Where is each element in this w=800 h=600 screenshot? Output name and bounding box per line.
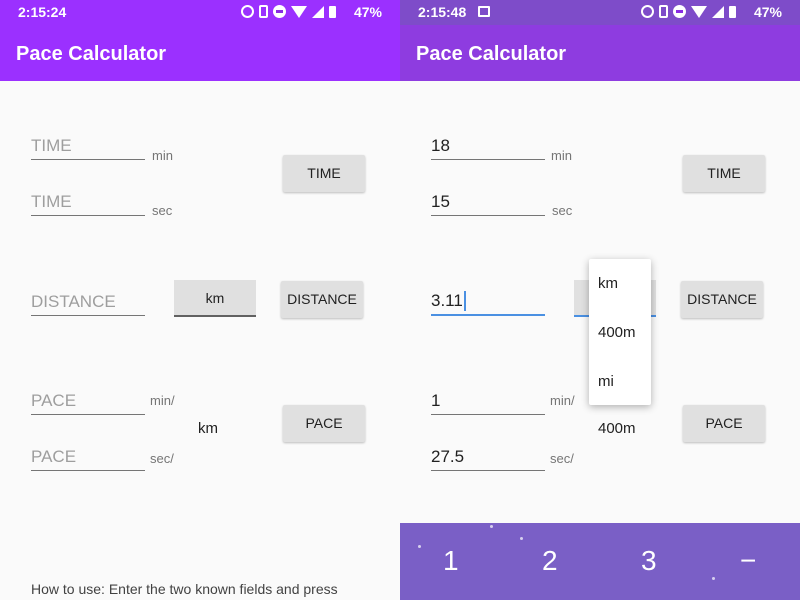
time-button[interactable]: TIME [683, 155, 765, 192]
dropdown-option-km[interactable]: km [598, 275, 618, 292]
status-bar: 2:15:24 47% [0, 0, 400, 25]
pace-min-input[interactable]: 1 [431, 389, 545, 415]
pace-unit-label: km [198, 420, 218, 437]
pace-sec-unit: sec/ [150, 451, 174, 466]
wifi-icon [691, 5, 707, 18]
key-1[interactable]: 1 [443, 545, 459, 577]
key-2[interactable]: 2 [542, 545, 558, 577]
status-icons [241, 5, 336, 18]
app-bar: Pace Calculator [0, 25, 400, 81]
battery-percent: 47% [353, 4, 382, 20]
keyboard-sparkle [712, 577, 715, 580]
battery-icon [329, 5, 336, 18]
app-bar: Pace Calculator [400, 25, 800, 81]
time-sec-input[interactable]: TIME [31, 190, 145, 216]
vibrate-icon [259, 5, 268, 18]
status-time: 2:15:48 [418, 4, 467, 20]
battery-icon [729, 5, 736, 18]
time-min-input[interactable]: 18 [431, 134, 545, 160]
distance-unit-dropdown: km 400m mi [589, 259, 651, 405]
key-3[interactable]: 3 [641, 545, 657, 577]
time-min-unit: min [551, 148, 572, 163]
battery-percent: 47% [753, 4, 782, 20]
time-min-input[interactable]: TIME [31, 134, 145, 160]
status-bar: 2:15:48 47% [400, 0, 800, 25]
status-time: 2:15:24 [18, 4, 67, 20]
vibrate-icon [659, 5, 668, 18]
numeric-keyboard: 1 2 3 − [400, 523, 800, 600]
right-screen: 2:15:48 47% Pace Calculator 18 min 15 se… [400, 0, 800, 600]
cell-signal-icon [712, 5, 724, 18]
status-icons [641, 5, 736, 18]
pace-button[interactable]: PACE [683, 405, 765, 442]
distance-button[interactable]: DISTANCE [281, 281, 363, 318]
keyboard-sparkle [490, 525, 493, 528]
do-not-disturb-icon [673, 5, 686, 18]
alarm-icon [241, 5, 254, 18]
dropdown-option-mi[interactable]: mi [598, 373, 614, 390]
text-cursor [463, 291, 466, 311]
pace-min-input[interactable]: PACE [31, 389, 145, 415]
app-title: Pace Calculator [16, 43, 167, 65]
wifi-icon [291, 5, 307, 18]
time-sec-unit: sec [152, 203, 173, 218]
time-min-unit: min [152, 148, 173, 163]
help-text: How to use: Enter the two known fields a… [31, 581, 338, 597]
pace-sec-unit: sec/ [550, 451, 574, 466]
pace-sec-input[interactable]: PACE [31, 445, 145, 471]
distance-input[interactable]: DISTANCE [31, 290, 145, 316]
do-not-disturb-icon [273, 5, 286, 18]
pace-sec-input[interactable]: 27.5 [431, 445, 545, 471]
time-sec-input[interactable]: 15 [431, 190, 545, 216]
distance-input[interactable]: 3.11 [431, 290, 545, 316]
time-sec-unit: sec [552, 203, 573, 218]
keyboard-sparkle [418, 545, 421, 548]
alarm-icon [641, 5, 654, 18]
key-minus[interactable]: − [740, 545, 756, 577]
distance-unit-spinner[interactable]: km [174, 280, 256, 317]
dropdown-option-400m[interactable]: 400m [598, 324, 636, 341]
time-button[interactable]: TIME [283, 155, 365, 192]
app-title: Pace Calculator [416, 43, 567, 65]
pace-button[interactable]: PACE [283, 405, 365, 442]
pace-min-unit: min/ [550, 393, 575, 408]
pace-min-unit: min/ [150, 393, 175, 408]
pace-unit-label: 400m [598, 420, 636, 437]
cell-signal-icon [312, 5, 324, 18]
image-notification-icon [478, 6, 490, 17]
distance-button[interactable]: DISTANCE [681, 281, 763, 318]
keyboard-sparkle [520, 537, 523, 540]
left-screen: 2:15:24 47% Pace Calculator TIME min TIM… [0, 0, 400, 600]
